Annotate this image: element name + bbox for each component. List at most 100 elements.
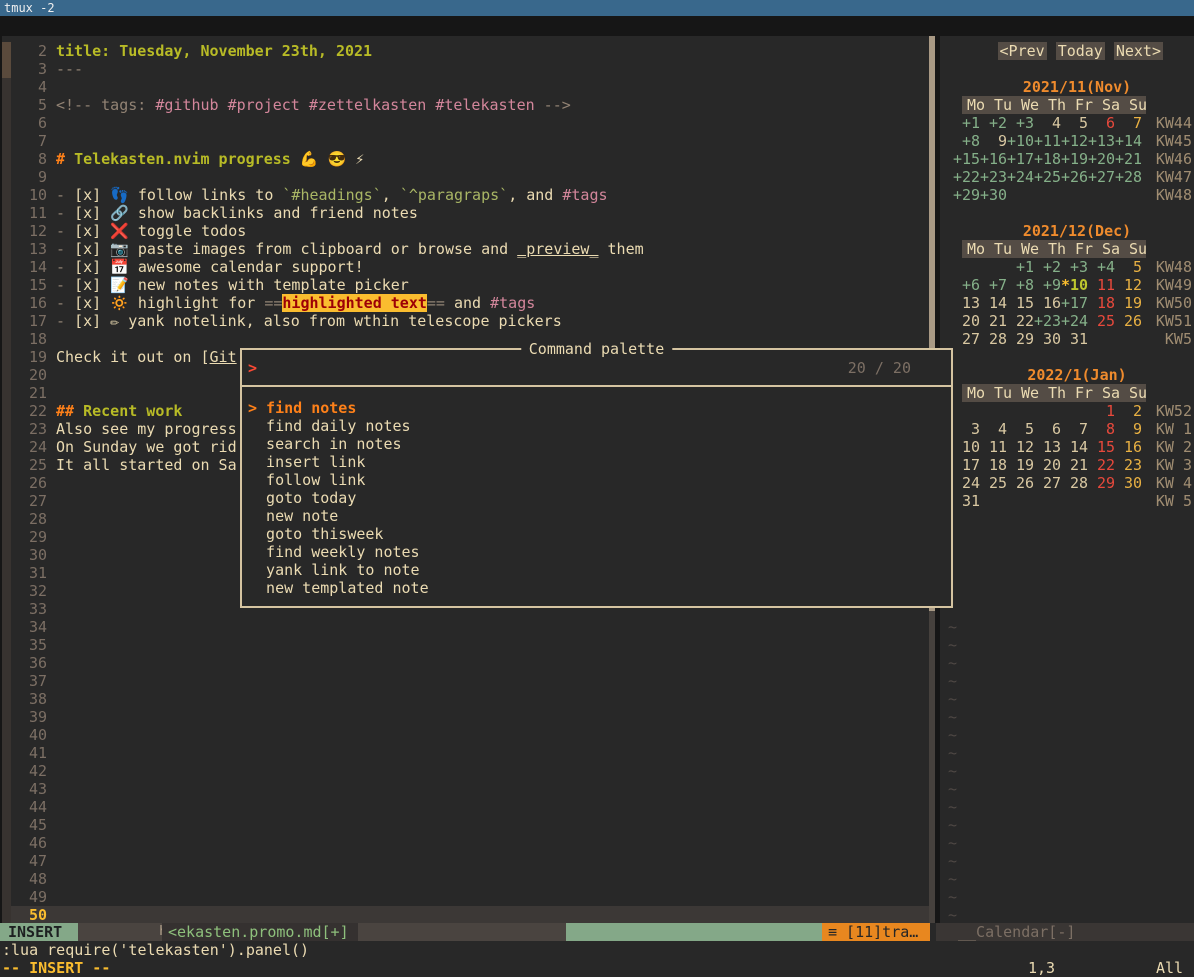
calendar-day[interactable]: 17 bbox=[953, 456, 980, 474]
calendar-day[interactable]: 16 bbox=[1034, 294, 1061, 312]
calendar-day[interactable]: 27 bbox=[1034, 474, 1061, 492]
calendar-day[interactable]: 15 bbox=[1088, 438, 1115, 456]
day-number[interactable]: 19 bbox=[1016, 456, 1034, 474]
day-number[interactable]: +24 bbox=[1061, 312, 1088, 330]
calendar-day[interactable]: 26 bbox=[1007, 474, 1034, 492]
day-number[interactable]: +14 bbox=[1115, 132, 1142, 150]
day-number[interactable]: +12 bbox=[1061, 132, 1088, 150]
calendar-day[interactable]: 4 bbox=[980, 420, 1007, 438]
calendar-day[interactable]: 11 bbox=[1088, 276, 1115, 294]
day-number[interactable]: +13 bbox=[1088, 132, 1115, 150]
palette-item[interactable]: goto today bbox=[248, 489, 951, 507]
calendar-day[interactable]: +23 bbox=[980, 168, 1007, 186]
calendar-day[interactable]: 26 bbox=[1115, 312, 1142, 330]
calendar-day[interactable]: *10 bbox=[1061, 276, 1088, 294]
calendar-day[interactable]: 13 bbox=[953, 294, 980, 312]
calendar-day[interactable]: +2 bbox=[980, 114, 1007, 132]
calendar-day[interactable]: +1 bbox=[953, 114, 980, 132]
day-number[interactable]: +26 bbox=[1061, 168, 1088, 186]
calendar-day[interactable]: 6 bbox=[1034, 420, 1061, 438]
calendar-day[interactable]: +23 bbox=[1034, 312, 1061, 330]
day-number[interactable]: 6 bbox=[1052, 420, 1061, 438]
calendar-day[interactable]: +4 bbox=[1088, 258, 1115, 276]
calendar-day[interactable]: 27 bbox=[953, 330, 980, 348]
calendar-day[interactable]: 5 bbox=[1007, 420, 1034, 438]
day-number[interactable]: +7 bbox=[989, 276, 1007, 294]
day-number[interactable]: +3 bbox=[1070, 258, 1088, 276]
calendar-day[interactable]: 21 bbox=[1061, 456, 1088, 474]
palette-item[interactable]: insert link bbox=[248, 453, 951, 471]
day-number[interactable]: +21 bbox=[1115, 150, 1142, 168]
day-number[interactable]: 31 bbox=[962, 492, 980, 510]
calendar-day[interactable]: 18 bbox=[980, 456, 1007, 474]
calendar-day[interactable]: 24 bbox=[953, 474, 980, 492]
calendar-day[interactable]: 5 bbox=[1061, 114, 1088, 132]
calendar-day[interactable]: 3 bbox=[953, 420, 980, 438]
day-number[interactable]: +10 bbox=[1007, 132, 1034, 150]
calendar-day[interactable]: 28 bbox=[1061, 474, 1088, 492]
day-number[interactable]: +29 bbox=[953, 186, 980, 204]
day-number[interactable]: 9 bbox=[998, 132, 1007, 150]
calendar-day[interactable]: 7 bbox=[1061, 420, 1088, 438]
calendar-day[interactable]: +19 bbox=[1061, 150, 1088, 168]
day-number[interactable]: +11 bbox=[1034, 132, 1061, 150]
day-number[interactable]: +20 bbox=[1088, 150, 1115, 168]
calendar-day[interactable]: +27 bbox=[1088, 168, 1115, 186]
day-number[interactable]: 23 bbox=[1124, 456, 1142, 474]
calendar-day[interactable]: +8 bbox=[1007, 276, 1034, 294]
day-number[interactable]: 21 bbox=[1070, 456, 1088, 474]
calendar-day[interactable]: 20 bbox=[1034, 456, 1061, 474]
day-number[interactable]: 30 bbox=[1043, 330, 1061, 348]
calendar-day[interactable]: 21 bbox=[980, 312, 1007, 330]
day-number[interactable]: 15 bbox=[1097, 438, 1115, 456]
calendar-day[interactable]: 25 bbox=[980, 474, 1007, 492]
calendar-day[interactable]: +24 bbox=[1007, 168, 1034, 186]
day-number[interactable]: 20 bbox=[1043, 456, 1061, 474]
calendar-day[interactable]: +17 bbox=[1061, 294, 1088, 312]
day-number[interactable]: +2 bbox=[1043, 258, 1061, 276]
day-number[interactable]: 19 bbox=[1124, 294, 1142, 312]
calendar-day[interactable]: +8 bbox=[953, 132, 980, 150]
calendar-day[interactable]: 8 bbox=[1088, 420, 1115, 438]
calendar-day[interactable]: 9 bbox=[1115, 420, 1142, 438]
calendar-day[interactable]: +2 bbox=[1034, 258, 1061, 276]
calendar-day[interactable]: 10 bbox=[953, 438, 980, 456]
calendar-day[interactable]: 29 bbox=[1088, 474, 1115, 492]
day-number[interactable]: +2 bbox=[989, 114, 1007, 132]
calendar-day[interactable]: 12 bbox=[1007, 438, 1034, 456]
calendar-day[interactable]: +9 bbox=[1034, 276, 1061, 294]
calendar-day[interactable]: +10 bbox=[1007, 132, 1034, 150]
calendar-day[interactable]: +11 bbox=[1034, 132, 1061, 150]
day-number[interactable]: 11 bbox=[1097, 276, 1115, 294]
day-number[interactable]: 12 bbox=[1124, 276, 1142, 294]
palette-item[interactable]: search in notes bbox=[248, 435, 951, 453]
calendar-day[interactable]: 31 bbox=[1061, 330, 1088, 348]
day-number[interactable]: 29 bbox=[1097, 474, 1115, 492]
day-number[interactable]: 28 bbox=[1070, 474, 1088, 492]
day-number[interactable]: +23 bbox=[1034, 312, 1061, 330]
day-number[interactable]: +3 bbox=[1016, 114, 1034, 132]
calendar-day[interactable]: +16 bbox=[980, 150, 1007, 168]
day-number[interactable]: +23 bbox=[980, 168, 1007, 186]
calendar-day[interactable]: +1 bbox=[1007, 258, 1034, 276]
today-button[interactable]: Today bbox=[1056, 42, 1105, 60]
day-number[interactable]: 27 bbox=[1043, 474, 1061, 492]
day-number[interactable]: 13 bbox=[1043, 438, 1061, 456]
day-number[interactable]: 16 bbox=[1043, 294, 1061, 312]
calendar-day[interactable]: 22 bbox=[1007, 312, 1034, 330]
calendar-day[interactable]: +21 bbox=[1115, 150, 1142, 168]
day-number[interactable]: 4 bbox=[1052, 114, 1061, 132]
calendar-day[interactable]: +17 bbox=[1007, 150, 1034, 168]
day-number[interactable]: +9 bbox=[1043, 276, 1061, 294]
day-number[interactable]: 4 bbox=[998, 420, 1007, 438]
calendar-day[interactable]: 12 bbox=[1115, 276, 1142, 294]
calendar-day[interactable]: 1 bbox=[1088, 402, 1115, 420]
prev-month-button[interactable]: <Prev bbox=[998, 42, 1047, 60]
calendar-day[interactable]: +22 bbox=[953, 168, 980, 186]
calendar-day[interactable]: +26 bbox=[1061, 168, 1088, 186]
day-number[interactable]: 25 bbox=[1097, 312, 1115, 330]
calendar-day[interactable]: 4 bbox=[1034, 114, 1061, 132]
calendar-day[interactable]: 9 bbox=[980, 132, 1007, 150]
calendar-day[interactable]: 30 bbox=[1034, 330, 1061, 348]
calendar-day[interactable]: +29 bbox=[953, 186, 980, 204]
